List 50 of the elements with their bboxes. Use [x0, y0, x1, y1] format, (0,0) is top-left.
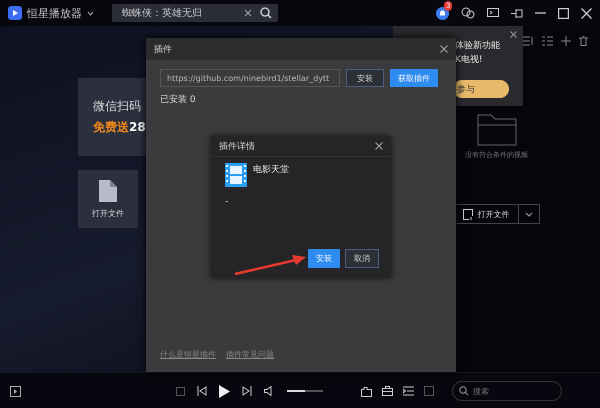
file-icon — [99, 180, 117, 202]
minimize-icon[interactable] — [535, 12, 546, 14]
promo-text: 微信扫码 — [93, 98, 141, 115]
film-icon — [225, 163, 247, 187]
chevron-down-icon[interactable] — [87, 10, 94, 16]
dialog-title: 插件详情 — [219, 140, 255, 152]
join-button[interactable]: 参与 — [453, 80, 509, 98]
previous-icon[interactable] — [197, 386, 207, 396]
app-logo-icon — [8, 6, 22, 20]
chat-icon[interactable] — [461, 7, 475, 19]
sort-icon[interactable] — [523, 36, 534, 46]
file-add-icon — [462, 208, 472, 220]
toolbox-icon[interactable] — [382, 386, 393, 396]
clear-icon[interactable] — [244, 9, 252, 17]
fullscreen-icon[interactable] — [424, 386, 434, 396]
close-icon[interactable] — [440, 45, 448, 53]
search-field[interactable]: 搜索 — [452, 381, 562, 401]
next-icon[interactable] — [242, 386, 252, 396]
bell-icon[interactable] — [436, 6, 449, 20]
plugin-description: - — [225, 197, 230, 207]
arrow-annotation — [234, 255, 306, 275]
playlist-icon[interactable] — [10, 386, 21, 396]
promo-offer: 免费送28 — [93, 119, 146, 136]
app-title[interactable]: 恒星播放器 — [27, 6, 82, 20]
caret-icon[interactable] — [524, 212, 532, 216]
search-icon — [459, 386, 469, 396]
cancel-button[interactable]: 取消 — [345, 249, 379, 268]
list-icon[interactable] — [542, 36, 553, 46]
add-icon[interactable] — [561, 36, 571, 46]
stop-icon[interactable] — [176, 386, 185, 396]
close-icon[interactable] — [510, 31, 517, 38]
install-button[interactable]: 安装 — [346, 69, 384, 87]
puzzle-icon[interactable] — [361, 386, 372, 396]
folder-icon — [476, 114, 516, 146]
play-icon[interactable] — [219, 384, 230, 398]
open-file-tile[interactable]: 打开文件 — [78, 170, 138, 228]
close-icon[interactable] — [581, 8, 592, 18]
trash-icon[interactable] — [579, 36, 588, 46]
url-input[interactable]: https://github.com/ninebird1/stellar_dytt — [160, 69, 340, 87]
queue-icon[interactable] — [403, 386, 414, 396]
plugin-name: 电影天堂 — [253, 164, 289, 176]
pin-icon[interactable] — [511, 8, 523, 18]
notification-text: 体验新功能 — [455, 40, 500, 52]
dialog-title: 插件 — [154, 44, 172, 56]
search-icon[interactable] — [260, 7, 272, 19]
screen-icon[interactable] — [487, 8, 499, 18]
maximize-icon[interactable] — [558, 8, 569, 18]
notification-text: K电视! — [455, 54, 483, 66]
search-field[interactable]: 蜘蛛侠：英雄无归 — [112, 4, 278, 22]
close-icon[interactable] — [375, 142, 383, 150]
